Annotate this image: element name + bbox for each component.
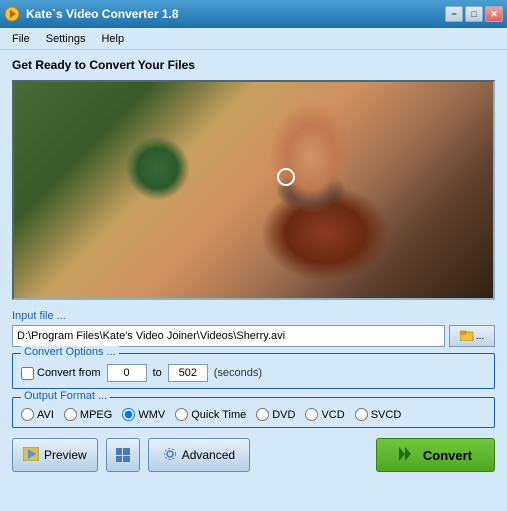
browse-button[interactable]: ... — [449, 325, 495, 347]
menu-file[interactable]: File — [4, 31, 38, 47]
radio-avi[interactable] — [21, 408, 34, 421]
input-file-field[interactable] — [12, 325, 445, 347]
radio-quicktime[interactable] — [175, 408, 188, 421]
output-format-label: Output Format ... — [21, 390, 110, 402]
format-vcd-label: VCD — [321, 409, 344, 421]
radio-dvd[interactable] — [256, 408, 269, 421]
format-avi[interactable]: AVI — [21, 408, 54, 421]
format-dvd[interactable]: DVD — [256, 408, 295, 421]
gear-icon — [163, 447, 177, 464]
convert-from-row: Convert from to (seconds) — [21, 364, 486, 382]
radio-svcd[interactable] — [355, 408, 368, 421]
format-wmv-label: WMV — [138, 409, 165, 421]
to-label: to — [153, 367, 162, 379]
title-bar: Kate`s Video Converter 1.8 − □ ✕ — [0, 0, 507, 28]
video-frame — [14, 82, 493, 298]
format-vcd[interactable]: VCD — [305, 408, 344, 421]
grid-icon — [116, 448, 130, 462]
close-button[interactable]: ✕ — [485, 6, 503, 22]
seconds-label: (seconds) — [214, 367, 262, 379]
convert-label: Convert — [423, 448, 472, 463]
restore-button[interactable]: □ — [465, 6, 483, 22]
format-svcd-label: SVCD — [371, 409, 402, 421]
convert-play-icon — [399, 447, 417, 464]
output-format-section: Output Format ... AVI MPEG WMV Quick Tim… — [12, 397, 495, 428]
format-dvd-label: DVD — [272, 409, 295, 421]
title-bar-buttons: − □ ✕ — [445, 6, 503, 22]
convert-options-section: Convert Options ... Convert from to (sec… — [12, 353, 495, 389]
input-file-section: Input file ... ... — [12, 310, 495, 347]
preview-icon — [23, 447, 39, 464]
format-avi-label: AVI — [37, 409, 54, 421]
preview-label: Preview — [44, 448, 87, 462]
format-quicktime[interactable]: Quick Time — [175, 408, 246, 421]
to-time-input[interactable] — [168, 364, 208, 382]
input-file-row: ... — [12, 325, 495, 347]
video-preview — [12, 80, 495, 300]
from-time-input[interactable] — [107, 364, 147, 382]
format-quicktime-label: Quick Time — [191, 409, 246, 421]
format-wmv[interactable]: WMV — [122, 408, 165, 421]
radio-mpeg[interactable] — [64, 408, 77, 421]
menu-settings[interactable]: Settings — [38, 31, 94, 47]
format-mpeg[interactable]: MPEG — [64, 408, 112, 421]
window-title: Kate`s Video Converter 1.8 — [26, 7, 179, 21]
main-content: Get Ready to Convert Your Files Input fi… — [0, 50, 507, 482]
advanced-button[interactable]: Advanced — [148, 438, 250, 472]
title-bar-left: Kate`s Video Converter 1.8 — [4, 6, 179, 22]
convert-button[interactable]: Convert — [376, 438, 495, 472]
bottom-buttons: Preview Advanced — [12, 438, 495, 472]
convert-options-label: Convert Options ... — [21, 346, 119, 358]
convert-from-text: Convert from — [37, 367, 101, 379]
convert-from-checkbox-label[interactable]: Convert from — [21, 367, 101, 380]
menu-bar: File Settings Help — [0, 28, 507, 50]
radio-wmv[interactable] — [122, 408, 135, 421]
preview-button[interactable]: Preview — [12, 438, 98, 472]
folder-icon — [460, 329, 474, 344]
convert-from-checkbox[interactable] — [21, 367, 34, 380]
browse-ellipsis: ... — [476, 331, 484, 342]
grid-view-button[interactable] — [106, 438, 140, 472]
format-mpeg-label: MPEG — [80, 409, 112, 421]
app-icon — [4, 6, 20, 22]
advanced-label: Advanced — [182, 448, 235, 462]
minimize-button[interactable]: − — [445, 6, 463, 22]
input-file-label: Input file ... — [12, 310, 495, 322]
format-row: AVI MPEG WMV Quick Time DVD VCD — [21, 408, 486, 421]
radio-vcd[interactable] — [305, 408, 318, 421]
video-overlay — [14, 82, 493, 298]
page-title: Get Ready to Convert Your Files — [12, 58, 495, 72]
format-svcd[interactable]: SVCD — [355, 408, 402, 421]
menu-help[interactable]: Help — [93, 31, 132, 47]
